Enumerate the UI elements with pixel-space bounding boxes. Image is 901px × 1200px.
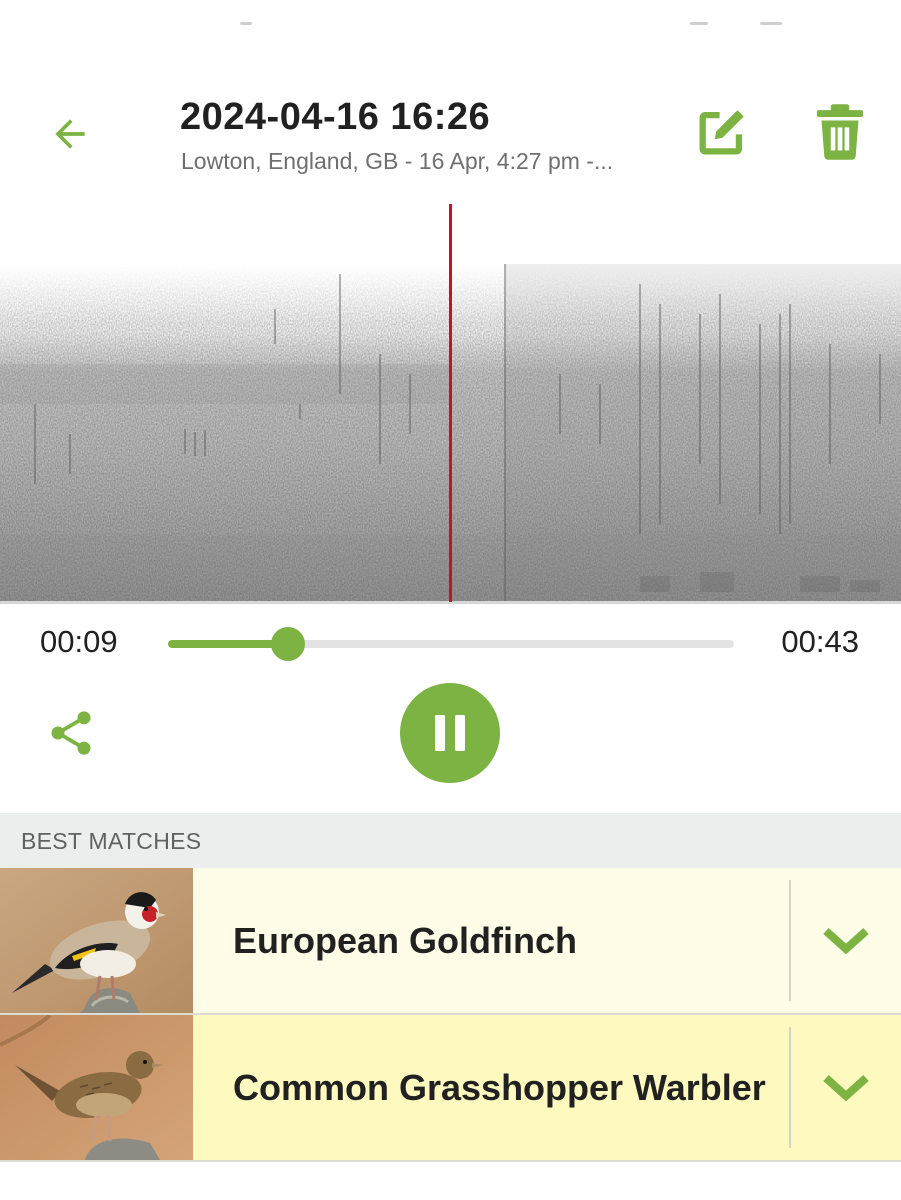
expand-button[interactable] (791, 868, 901, 1013)
share-icon (51, 711, 91, 755)
trash-icon (816, 104, 864, 160)
expand-button[interactable] (791, 1015, 901, 1160)
match-name: European Goldfinch (233, 919, 578, 961)
match-row[interactable]: Common Grasshopper Warbler (0, 1015, 901, 1162)
best-matches-header: BEST MATCHES (0, 813, 901, 868)
share-button[interactable] (40, 700, 102, 766)
chevron-down-icon (823, 927, 869, 954)
match-row[interactable]: European Goldfinch (0, 868, 901, 1015)
seek-progress (168, 640, 288, 648)
status-bar-fragment (690, 22, 708, 25)
chevron-down-icon (823, 1074, 869, 1101)
status-bar (0, 0, 901, 40)
seek-bar[interactable] (168, 622, 734, 666)
status-bar-fragment (760, 22, 782, 25)
edit-icon (699, 110, 744, 155)
arrow-back-icon (55, 119, 85, 149)
seek-thumb[interactable] (270, 627, 305, 661)
goldfinch-photo (0, 868, 193, 1013)
recording-subtitle: Lowton, England, GB - 16 Apr, 4:27 pm -.… (181, 148, 614, 174)
playhead[interactable] (449, 204, 452, 602)
grasshopper-warbler-photo (0, 1015, 193, 1160)
status-bar-fragment (240, 22, 252, 25)
current-time: 00:09 (40, 624, 118, 659)
pause-button[interactable] (400, 683, 500, 783)
recording-title: 2024-04-16 16:26 (180, 96, 491, 138)
recording-detail-screen: 2024-04-16 16:26 Lowton, England, GB - 1… (0, 0, 901, 1200)
pause-icon (435, 715, 465, 751)
delete-button[interactable] (808, 100, 872, 164)
total-time: 00:43 (781, 624, 859, 659)
match-name: Common Grasshopper Warbler (233, 1066, 766, 1108)
back-button[interactable] (40, 104, 100, 164)
best-matches-label: BEST MATCHES (21, 828, 202, 854)
edit-button[interactable] (690, 100, 754, 164)
